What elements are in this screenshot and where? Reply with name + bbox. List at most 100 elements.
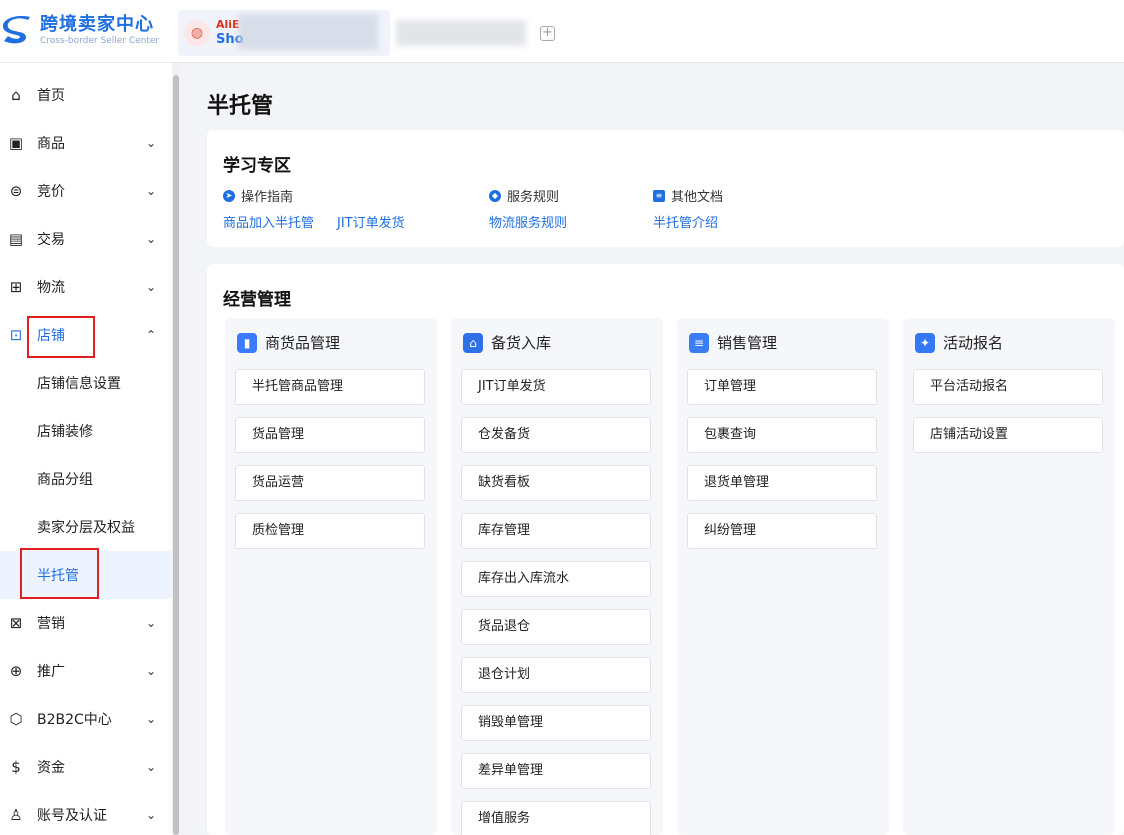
sidebar-item-label: 物流 [37, 280, 65, 296]
b2b2c-icon: ⬡ [9, 710, 23, 728]
sidebar-subitem-label: 店铺信息设置 [37, 376, 121, 392]
btn-dispute-management[interactable]: 纠纷管理 [687, 513, 877, 549]
sidebar-item-bidding[interactable]: ⊜ 竞价 ⌄ [0, 167, 172, 215]
sidebar-subitem-label: 店铺装修 [37, 424, 93, 440]
funds-icon: $ [11, 758, 21, 776]
group-campaign-signup: ✦ 活动报名 平台活动报名 店铺活动设置 [903, 318, 1115, 835]
bid-icon: ⊜ [9, 182, 23, 200]
btn-goods-return[interactable]: 货品退仓 [461, 609, 651, 645]
sidebar-subitem-store-decoration[interactable]: 店铺装修 [0, 407, 172, 455]
btn-inventory-management[interactable]: 库存管理 [461, 513, 651, 549]
btn-quality-inspection[interactable]: 质检管理 [235, 513, 425, 549]
sidebar-item-trade[interactable]: ▤ 交易 ⌄ [0, 215, 172, 263]
rules-heading-label: 服务规则 [507, 190, 560, 205]
group-sales-management: ≡ 销售管理 订单管理 包裹查询 退货单管理 纠纷管理 [677, 318, 889, 835]
blurred-shop-info [238, 14, 378, 50]
sidebar-item-b2b2c[interactable]: ⬡ B2B2C中心 ⌄ [0, 695, 172, 743]
link-logistics-rules[interactable]: 物流服务规则 [489, 212, 567, 231]
blurred-tab [396, 20, 526, 46]
sidebar-subitem-label: 商品分组 [37, 472, 93, 488]
brand-logo[interactable]: 跨境卖家中心 Cross-border Seller Center [0, 14, 159, 48]
trade-icon: ▤ [8, 230, 24, 248]
clipboard-icon: ≡ [689, 332, 709, 353]
sidebar-item-label: 商品 [37, 136, 65, 152]
btn-platform-campaign[interactable]: 平台活动报名 [913, 369, 1103, 405]
chevron-down-icon: ⌄ [146, 760, 157, 774]
sidebar-item-label: 资金 [37, 760, 65, 776]
sidebar-item-label: B2B2C中心 [37, 712, 112, 728]
chevron-down-icon: ⌄ [146, 136, 157, 150]
sidebar-item-label: 账号及认证 [37, 808, 107, 824]
sidebar-scroll-thumb[interactable] [173, 75, 179, 835]
sidebar-item-label: 竞价 [37, 184, 65, 200]
diamond-icon: ◆ [489, 189, 501, 202]
sidebar-item-label: 首页 [37, 88, 65, 104]
btn-return-plan[interactable]: 退仓计划 [461, 657, 651, 693]
logistics-icon: ⊞ [9, 278, 23, 296]
sidebar-item-store[interactable]: ⊡ 店铺 ⌃ [0, 311, 172, 359]
sidebar-subitem-product-group[interactable]: 商品分组 [0, 455, 172, 503]
marketing-icon: ⊠ [9, 614, 23, 632]
sidebar-subitem-semi-managed[interactable]: 半托管 [0, 551, 172, 599]
group-title: 活动报名 [943, 334, 1004, 352]
learning-zone-title: 学习专区 [223, 156, 291, 176]
btn-order-management[interactable]: 订单管理 [687, 369, 877, 405]
guide-heading-label: 操作指南 [241, 190, 294, 205]
docs-heading: ≡ 其他文档 [653, 186, 723, 205]
sidebar-item-label: 推广 [37, 664, 65, 680]
btn-discrepancy-orders[interactable]: 差异单管理 [461, 753, 651, 789]
btn-warehouse-stocking[interactable]: 仓发备货 [461, 417, 651, 453]
group-title: 销售管理 [717, 334, 778, 352]
btn-semi-managed-products[interactable]: 半托管商品管理 [235, 369, 425, 405]
link-add-semi-managed[interactable]: 商品加入半托管 [223, 212, 314, 231]
chevron-down-icon: ⌄ [146, 808, 157, 822]
home-icon: ⌂ [11, 86, 21, 104]
docs-heading-label: 其他文档 [671, 190, 724, 205]
compass-icon: ➤ [223, 189, 235, 202]
shop-avatar-icon: ◍ [184, 20, 210, 46]
sidebar-subitem-seller-tier[interactable]: 卖家分层及权益 [0, 503, 172, 551]
product-icon: ▣ [8, 134, 24, 152]
sidebar-item-account[interactable]: ♙ 账号及认证 ⌄ [0, 791, 172, 835]
chevron-down-icon: ⌄ [146, 616, 157, 630]
link-jit-shipping[interactable]: JIT订单发货 [337, 212, 405, 231]
btn-return-orders[interactable]: 退货单管理 [687, 465, 877, 501]
btn-package-query[interactable]: 包裹查询 [687, 417, 877, 453]
sidebar-item-promotion[interactable]: ⊕ 推广 ⌄ [0, 647, 172, 695]
btn-destruction-orders[interactable]: 销毁单管理 [461, 705, 651, 741]
btn-goods-operation[interactable]: 货品运营 [235, 465, 425, 501]
btn-stockout-board[interactable]: 缺货看板 [461, 465, 651, 501]
brand-subtitle: Cross-border Seller Center [40, 36, 160, 46]
brand-title: 跨境卖家中心 [40, 14, 154, 35]
warehouse-icon: ⌂ [463, 332, 483, 353]
sidebar-scrollbar[interactable] [172, 63, 180, 835]
btn-store-campaign-settings[interactable]: 店铺活动设置 [913, 417, 1103, 453]
btn-jit-order-shipping[interactable]: JIT订单发货 [461, 369, 651, 405]
btn-goods-management[interactable]: 货品管理 [235, 417, 425, 453]
document-icon: ≡ [653, 189, 665, 202]
chevron-down-icon: ⌄ [146, 664, 157, 678]
sidebar-item-product[interactable]: ▣ 商品 ⌄ [0, 119, 172, 167]
group-title: 商货品管理 [265, 334, 341, 352]
chevron-down-icon: ⌄ [146, 280, 157, 294]
sidebar-item-marketing[interactable]: ⊠ 营销 ⌄ [0, 599, 172, 647]
btn-value-added-services[interactable]: 增值服务 [461, 801, 651, 835]
link-semi-managed-intro[interactable]: 半托管介绍 [653, 212, 718, 231]
add-tab-button[interactable]: + [540, 26, 555, 41]
chevron-down-icon: ⌄ [146, 712, 157, 726]
sidebar-subitem-label: 半托管 [37, 568, 79, 584]
sidebar-subitem-store-info[interactable]: 店铺信息设置 [0, 359, 172, 407]
chevron-down-icon: ⌄ [146, 232, 157, 246]
page-title: 半托管 [207, 94, 274, 119]
sidebar-item-funds[interactable]: $ 资金 ⌄ [0, 743, 172, 791]
sidebar-item-home[interactable]: ⌂ 首页 [0, 71, 172, 119]
btn-inventory-flow[interactable]: 库存出入库流水 [461, 561, 651, 597]
group-stock-inbound: ⌂ 备货入库 JIT订单发货 仓发备货 缺货看板 库存管理 库存出入库流水 货品… [451, 318, 663, 835]
brand-s-icon [2, 16, 30, 44]
store-icon: ⊡ [9, 326, 23, 344]
group-product-management: ▮ 商货品管理 半托管商品管理 货品管理 货品运营 质检管理 [225, 318, 437, 835]
learning-zone-card: 学习专区 ➤ 操作指南 商品加入半托管 JIT订单发货 ◆ 服务规则 物流服务规… [207, 130, 1124, 247]
sidebar-item-label: 交易 [37, 232, 65, 248]
sidebar-item-logistics[interactable]: ⊞ 物流 ⌄ [0, 263, 172, 311]
sidebar-item-label: 店铺 [37, 328, 65, 344]
